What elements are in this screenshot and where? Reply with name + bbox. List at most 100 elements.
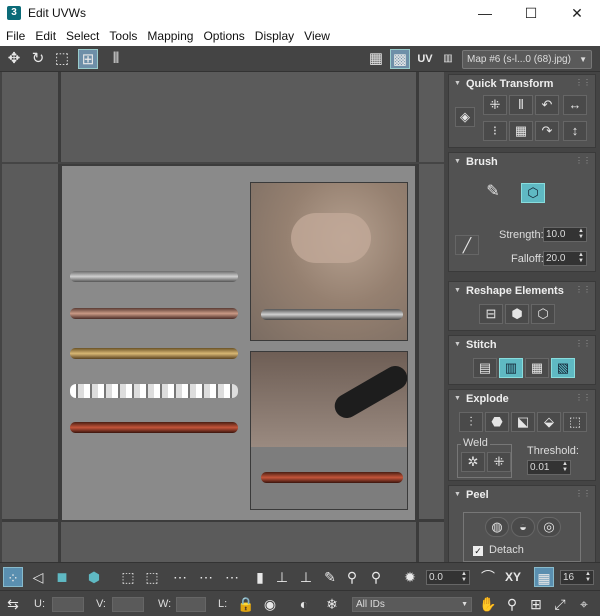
spinner-icon[interactable]: ▲ ▼ <box>578 252 584 264</box>
grid-size-input[interactable]: 16 ▲ ▼ <box>560 570 594 585</box>
grip-icon[interactable]: ⋮⋮ <box>575 78 591 87</box>
relax-icon[interactable]: ⬢ <box>505 304 529 324</box>
spinner-icon[interactable]: ▲ ▼ <box>562 461 568 473</box>
uv-shell-rod-red[interactable] <box>70 422 238 433</box>
zoom-region-icon[interactable]: ⊞ <box>526 594 546 614</box>
menu-file[interactable]: File <box>6 26 25 46</box>
spinner-icon[interactable]: ▲ ▼ <box>461 571 467 583</box>
edge-mode-icon[interactable]: ◁ <box>28 567 48 587</box>
uv-editor-viewport[interactable] <box>2 72 444 562</box>
align-horizontal-icon[interactable]: ⁜ <box>483 95 507 115</box>
falloff-input[interactable]: 20.0 ▲ ▼ <box>543 251 587 266</box>
quick-peel-icon[interactable]: ◍ <box>485 517 509 537</box>
grow-selection-icon[interactable]: ⬚ <box>118 567 138 587</box>
zoom-selected-icon[interactable]: ⌖ <box>574 594 594 614</box>
stitch-title[interactable]: Stitch <box>466 339 497 351</box>
brush-line-icon[interactable]: ╱ <box>455 235 479 255</box>
rotate-value-input[interactable]: 0.0 ▲ ▼ <box>426 570 470 585</box>
peel-mode-icon[interactable]: ◒ <box>511 517 535 537</box>
uv-mode-button[interactable]: UV <box>414 49 436 69</box>
rotate-minus-90-icon[interactable]: ↶ <box>535 95 559 115</box>
grid-snap-icon[interactable]: ▦ <box>534 567 554 587</box>
axis-toggle-button[interactable]: XY <box>500 567 526 587</box>
collapse-icon[interactable]: ▼ <box>454 80 461 87</box>
uv-shell-rod-gray[interactable] <box>70 271 238 282</box>
menu-mapping[interactable]: Mapping <box>147 26 193 46</box>
spinner-icon[interactable]: ▲ ▼ <box>585 571 591 583</box>
lscm-peel-icon[interactable]: ◎ <box>537 517 561 537</box>
align-vertical-icon[interactable]: ⦀ <box>509 95 533 115</box>
threshold-input[interactable]: 0.01 ▲ ▼ <box>527 460 571 475</box>
brush-title[interactable]: Brush <box>466 156 498 168</box>
vertex-mode-icon[interactable]: ⁘ <box>3 567 23 587</box>
show-map-icon[interactable]: ▩ <box>390 49 410 69</box>
lock-icon[interactable]: 🔒 <box>236 594 256 614</box>
menu-options[interactable]: Options <box>203 26 244 46</box>
close-button[interactable]: ✕ <box>554 0 600 26</box>
soft-select-icon[interactable]: ⚲ <box>342 567 362 587</box>
strength-input[interactable]: 10.0 ▲ ▼ <box>543 227 587 242</box>
minimize-button[interactable]: — <box>462 0 508 26</box>
zoom-extents-icon[interactable]: ⤢ <box>550 594 570 614</box>
rotate-snap-icon[interactable]: ✹ <box>400 567 420 587</box>
menu-view[interactable]: View <box>304 26 330 46</box>
menu-select[interactable]: Select <box>66 26 99 46</box>
menu-display[interactable]: Display <box>255 26 294 46</box>
explode-title[interactable]: Explode <box>466 393 509 405</box>
u-field[interactable] <box>52 597 84 612</box>
increase-brush-icon[interactable]: ⊥ <box>272 567 292 587</box>
maximize-button[interactable]: ☐ <box>508 0 554 26</box>
snowflake-icon[interactable]: ❄ <box>322 594 342 614</box>
rotate-plus-90-icon[interactable]: ↷ <box>535 121 559 141</box>
paint-move-icon[interactable]: ✎ <box>481 183 505 203</box>
id-filter-dropdown[interactable]: All IDs ▼ <box>352 597 472 612</box>
mirror-icon[interactable]: ⫴ <box>106 49 126 69</box>
align-horizontal-center-icon[interactable]: ⁝ <box>483 121 507 141</box>
falloff-curve-icon[interactable]: ⌒ <box>478 567 498 587</box>
relax-brush-icon[interactable]: ⬡ <box>521 183 545 203</box>
texture-photo-rolling[interactable] <box>250 351 408 510</box>
brush-select-icon[interactable]: ✎ <box>320 567 340 587</box>
uv-mode-toggle-icon[interactable]: ▥ <box>438 49 458 69</box>
uv-shell-rod-rose[interactable] <box>70 308 238 319</box>
checker-icon[interactable]: ▦ <box>366 49 386 69</box>
shrink-selection-icon[interactable]: ⬚ <box>142 567 162 587</box>
grip-icon[interactable]: ⋮⋮ <box>575 393 591 402</box>
peel-title[interactable]: Peel <box>466 489 489 501</box>
stitch-custom-icon[interactable]: ▧ <box>551 358 575 378</box>
collapse-icon[interactable]: ▼ <box>454 395 461 402</box>
move-icon[interactable]: ✥ <box>4 49 24 69</box>
spinner-icon[interactable]: ▲ ▼ <box>578 228 584 240</box>
w-field[interactable] <box>176 597 206 612</box>
reshape-elements-title[interactable]: Reshape Elements <box>466 285 564 297</box>
absolute-offset-icon[interactable]: ⇆ <box>3 594 23 614</box>
break-icon[interactable]: ⫶ <box>459 412 483 432</box>
stitch-to-source-icon[interactable]: ▦ <box>525 358 549 378</box>
uv-shell-rod-selected[interactable] <box>70 384 238 398</box>
rotate-icon[interactable]: ↻ <box>28 49 48 69</box>
loop-icon[interactable]: ⋯ <box>168 567 192 587</box>
stitch-to-target-icon[interactable]: ▤ <box>473 358 497 378</box>
collapse-icon[interactable]: ▼ <box>454 491 461 498</box>
filter-selected-icon[interactable]: ◐ <box>294 594 314 614</box>
collapse-icon[interactable]: ▼ <box>454 341 461 348</box>
zoom-icon[interactable]: ⚲ <box>502 594 522 614</box>
element-mode-icon[interactable]: ⬢ <box>84 567 104 587</box>
detach-edge-icon[interactable]: ⬣ <box>485 412 509 432</box>
quick-transform-title[interactable]: Quick Transform <box>466 78 553 90</box>
decrease-brush-icon[interactable]: ⊥ <box>296 567 316 587</box>
map-selector-dropdown[interactable]: Map #6 (s-l...0 (68).jpg) ▼ <box>462 50 592 69</box>
paint-select-icon[interactable]: ▮ <box>250 567 270 587</box>
straighten-icon[interactable]: ▦ <box>509 121 533 141</box>
weld-selected-icon[interactable]: ✲ <box>461 452 485 472</box>
texture-photo-hands[interactable] <box>250 182 408 341</box>
menu-edit[interactable]: Edit <box>35 26 56 46</box>
menu-tools[interactable]: Tools <box>109 26 137 46</box>
stitch-to-average-icon[interactable]: ▥ <box>499 358 523 378</box>
polygon-mode-icon[interactable]: ■ <box>52 567 72 587</box>
uv-shell-rod-tan[interactable] <box>70 348 238 359</box>
grip-icon[interactable]: ⋮⋮ <box>575 339 591 348</box>
edge-loop-icon[interactable]: ⋯ <box>220 567 244 587</box>
show-hidden-icon[interactable]: ◉ <box>260 594 280 614</box>
detach-checkbox[interactable]: ✓ <box>473 546 483 556</box>
